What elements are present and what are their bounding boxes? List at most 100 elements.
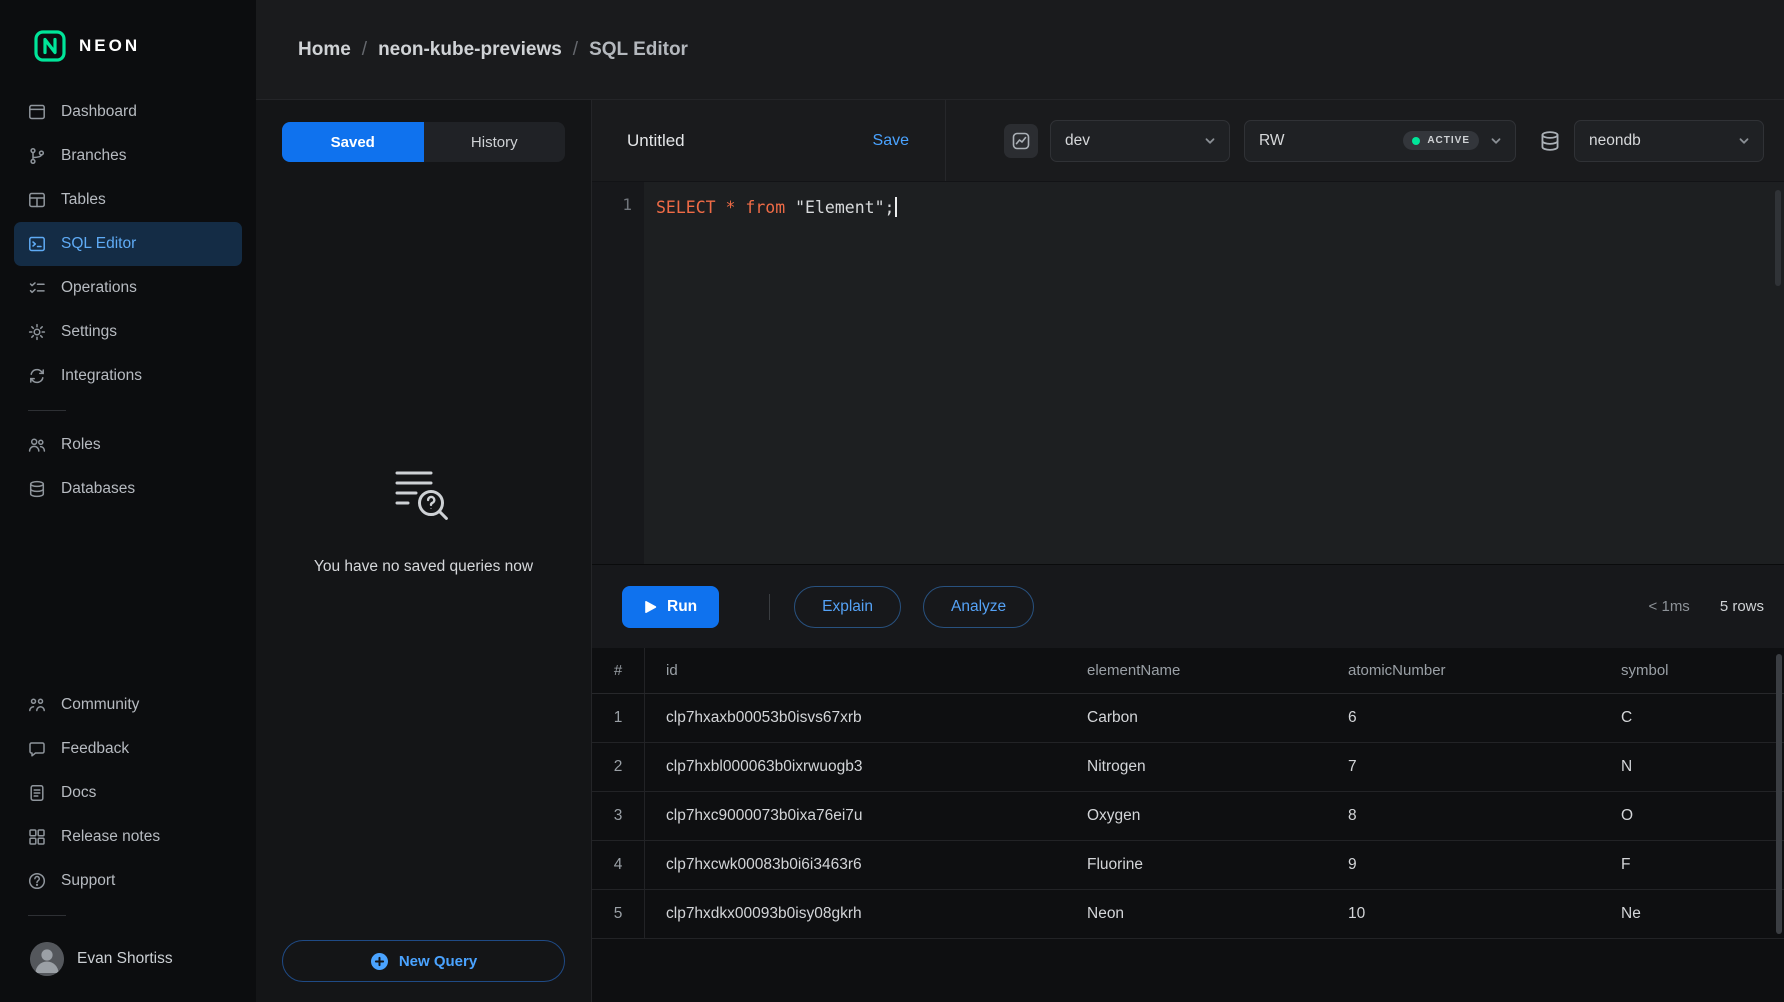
sql-keyword: SELECT: [656, 198, 716, 217]
role-select[interactable]: RW ACTIVE: [1244, 120, 1516, 162]
line-number: 1: [622, 195, 632, 214]
sidebar-item-community[interactable]: Community: [14, 683, 242, 727]
sidebar-item-operations[interactable]: Operations: [14, 266, 242, 310]
sidebar-item-tables[interactable]: Tables: [14, 178, 242, 222]
user-menu[interactable]: Evan Shortiss: [0, 928, 256, 1002]
sidebar-item-sql-editor[interactable]: SQL Editor: [14, 222, 242, 266]
save-query-link[interactable]: Save: [873, 132, 909, 150]
symbol-cell: O: [1600, 792, 1784, 840]
chevron-down-icon: [1737, 134, 1751, 148]
new-query-label: New Query: [399, 953, 477, 970]
run-button[interactable]: Run: [622, 586, 719, 628]
sidebar-item-integrations[interactable]: Integrations: [14, 354, 242, 398]
roles-icon: [27, 435, 47, 455]
query-stats: < 1ms 5 rows: [1649, 598, 1764, 615]
results-header-row: # id elementName atomicNumber symbol: [592, 648, 1784, 694]
avatar: [30, 942, 64, 976]
id-cell: clp7hxc9000073b0ixa76ei7u: [645, 792, 1066, 840]
line-number-gutter: 1: [592, 182, 644, 564]
sidebar-item-dashboard[interactable]: Dashboard: [14, 90, 242, 134]
query-toolbar: Run Explain Analyze < 1ms 5 rows: [592, 564, 1784, 648]
query-title-group: Untitled Save: [592, 100, 946, 181]
symbol-cell: Ne: [1600, 890, 1784, 938]
play-icon: [644, 600, 657, 614]
branches-icon: [27, 146, 47, 166]
neon-logo[interactable]: NEON: [0, 0, 256, 86]
id-header: id: [645, 648, 1066, 693]
compute-status-badge: ACTIVE: [1403, 131, 1479, 150]
row-count: 5 rows: [1720, 598, 1764, 615]
breadcrumb-separator: /: [362, 39, 367, 61]
sidebar-item-docs[interactable]: Docs: [14, 771, 242, 815]
table-row: 2 clp7hxbl000063b0ixrwuogb3 Nitrogen 7 N: [592, 743, 1784, 792]
breadcrumb-bar: Home / neon-kube-previews / SQL Editor: [256, 0, 1784, 100]
integrations-icon: [27, 366, 47, 386]
results-scrollbar[interactable]: [1776, 654, 1782, 934]
id-cell: clp7hxaxb00053b0isvs67xrb: [645, 694, 1066, 742]
feedback-icon: [27, 739, 47, 759]
table-row: 3 clp7hxc9000073b0ixa76ei7u Oxygen 8 O: [592, 792, 1784, 841]
sidebar-item-feedback[interactable]: Feedback: [14, 727, 242, 771]
neon-logo-icon: [34, 30, 66, 62]
sidebar-item-label: Settings: [61, 323, 117, 341]
analyze-button[interactable]: Analyze: [923, 586, 1034, 628]
query-duration: < 1ms: [1649, 598, 1690, 615]
settings-gear-icon: [27, 322, 47, 342]
sql-input[interactable]: SELECT * from "Element";: [644, 182, 1784, 564]
sql-identifier: "Element";: [795, 198, 894, 217]
breadcrumb-project[interactable]: neon-kube-previews: [378, 39, 562, 61]
database-select-value: neondb: [1589, 132, 1641, 150]
sidebar-nav-footer: Community Feedback Docs Release notes: [0, 679, 256, 928]
connection-controls: dev RW ACTIVE: [946, 100, 1784, 181]
tab-saved[interactable]: Saved: [282, 122, 424, 162]
atomic-number-cell: 7: [1327, 743, 1600, 791]
sql-editor-main: Untitled Save dev: [592, 100, 1784, 1002]
sidebar-item-settings[interactable]: Settings: [14, 310, 242, 354]
sidebar-item-label: Roles: [61, 436, 101, 454]
sidebar-item-support[interactable]: Support: [14, 859, 242, 903]
app-root: NEON Dashboard Branches Tables: [0, 0, 1784, 1002]
symbol-cell: C: [1600, 694, 1784, 742]
database-select[interactable]: neondb: [1574, 120, 1764, 162]
sidebar-item-label: Databases: [61, 480, 135, 498]
sidebar-item-branches[interactable]: Branches: [14, 134, 242, 178]
sql-editor-icon: [27, 234, 47, 254]
sidebar-divider: [28, 410, 66, 411]
sidebar-item-label: Community: [61, 696, 139, 714]
branch-select[interactable]: dev: [1050, 120, 1230, 162]
tab-history[interactable]: History: [424, 122, 566, 162]
sidebar-item-roles[interactable]: Roles: [14, 423, 242, 467]
new-query-button[interactable]: New Query: [282, 940, 565, 982]
breadcrumb-home[interactable]: Home: [298, 39, 351, 61]
explain-button[interactable]: Explain: [794, 586, 901, 628]
branch-select-value: dev: [1065, 132, 1090, 150]
role-select-value: RW: [1259, 132, 1285, 150]
content: Saved History You have no saved queries: [256, 100, 1784, 1002]
code-editor: 1 SELECT * from "Element";: [592, 182, 1784, 564]
atomic-number-cell: 10: [1327, 890, 1600, 938]
sidebar-item-label: Dashboard: [61, 103, 137, 121]
sidebar-item-label: Integrations: [61, 367, 142, 385]
atomic-number-cell: 8: [1327, 792, 1600, 840]
sidebar-item-label: Support: [61, 872, 115, 890]
row-number-cell: 3: [592, 792, 645, 840]
user-name: Evan Shortiss: [77, 950, 173, 968]
breadcrumb: Home / neon-kube-previews / SQL Editor: [298, 39, 688, 61]
element-name-cell: Oxygen: [1066, 792, 1327, 840]
table-row: 4 clp7hxcwk00083b0i6i3463r6 Fluorine 9 F: [592, 841, 1784, 890]
toolbar-divider: [769, 594, 770, 620]
sidebar-item-release-notes[interactable]: Release notes: [14, 815, 242, 859]
editor-scrollbar[interactable]: [1775, 190, 1781, 286]
new-query-container: New Query: [256, 940, 591, 1002]
dashboard-icon: [27, 102, 47, 122]
community-icon: [27, 695, 47, 715]
query-title[interactable]: Untitled: [627, 131, 685, 151]
compute-chart-icon: [1004, 124, 1038, 158]
queries-panel: Saved History You have no saved queries: [256, 100, 592, 1002]
status-dot-icon: [1412, 137, 1420, 145]
row-number-header: #: [592, 648, 645, 693]
tables-icon: [27, 190, 47, 210]
saved-queries-empty-state: You have no saved queries now: [256, 162, 591, 940]
sidebar-item-databases[interactable]: Databases: [14, 467, 242, 511]
atomic-number-cell: 9: [1327, 841, 1600, 889]
